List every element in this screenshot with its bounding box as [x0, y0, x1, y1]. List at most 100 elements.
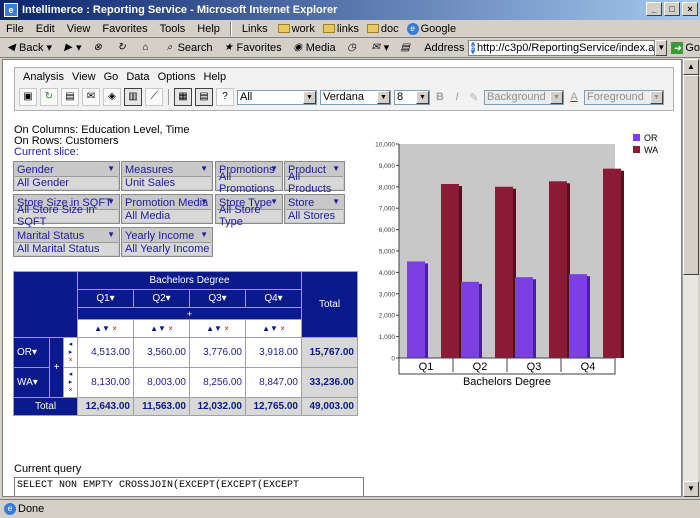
- vertical-scrollbar[interactable]: ▲ ▼: [682, 59, 699, 497]
- menu-tools[interactable]: Tools: [154, 23, 192, 35]
- current-slice-label[interactable]: Current slice:: [14, 147, 189, 158]
- bold-button[interactable]: B: [433, 91, 447, 103]
- export-icon[interactable]: ◈: [103, 88, 121, 106]
- menu-file[interactable]: File: [0, 23, 30, 35]
- expand-columns-icon[interactable]: +: [77, 307, 302, 320]
- chevron-down-icon: ▼: [107, 197, 115, 206]
- mail-button[interactable]: ✉ ▾: [365, 41, 395, 55]
- app-menu-analysis[interactable]: Analysis: [19, 71, 68, 83]
- slicer-promotion-media[interactable]: Promotion Media ▼ All Media: [121, 194, 213, 224]
- printer-icon: ▤: [400, 41, 410, 53]
- font-select[interactable]: Verdana ▼: [320, 89, 391, 105]
- ie-icon: e: [4, 503, 16, 515]
- quarter-header[interactable]: Q1▾: [77, 289, 134, 308]
- menu-favorites[interactable]: Favorites: [96, 23, 153, 35]
- print-button[interactable]: ▤: [394, 42, 418, 54]
- app-menu-help[interactable]: Help: [199, 71, 230, 83]
- back-button[interactable]: ◀ Back ▾: [0, 41, 57, 55]
- chevron-down-icon: ▼: [650, 90, 663, 104]
- media-button[interactable]: ◉ Media: [287, 42, 341, 54]
- scroll-up-button[interactable]: ▲: [683, 59, 699, 75]
- y-tick-label: 1,000: [379, 334, 396, 341]
- filter-select[interactable]: All ▼: [237, 89, 317, 105]
- quarter-header[interactable]: Q3▾: [189, 289, 246, 308]
- link-work[interactable]: work: [274, 23, 319, 35]
- row-header-wa[interactable]: WA▾: [13, 367, 50, 398]
- highlighter-icon[interactable]: ✎: [467, 91, 481, 104]
- link-google[interactable]: e Google: [403, 22, 460, 35]
- favorites-button[interactable]: ★ Favorites: [217, 42, 286, 54]
- legend-swatch: [633, 146, 640, 153]
- save-icon[interactable]: ▣: [19, 88, 37, 106]
- query-textarea[interactable]: SELECT NON EMPTY CROSSJOIN(EXCEPT(EXCEPT…: [14, 477, 364, 496]
- quarter-header[interactable]: Q2▾: [133, 289, 190, 308]
- row-sort-controls[interactable]: ◂ ▸ ×: [63, 337, 78, 368]
- sort-controls[interactable]: ▲▼ ×: [133, 319, 190, 338]
- background-select[interactable]: Background ▼: [484, 89, 564, 105]
- row-sort-controls[interactable]: ◂ ▸ ×: [63, 367, 78, 398]
- app-menu-go[interactable]: Go: [100, 71, 123, 83]
- sort-controls[interactable]: ▲▼ ×: [77, 319, 134, 338]
- scroll-down-button[interactable]: ▼: [683, 481, 699, 497]
- app-menu-view[interactable]: View: [68, 71, 100, 83]
- link-links[interactable]: links: [319, 23, 363, 35]
- address-dropdown[interactable]: ▼: [655, 39, 668, 56]
- font-size-select[interactable]: 8 ▼: [394, 89, 430, 105]
- app-toolbar: ▣ ↻ ▤ ✉ ◈ ▥ ⟋ ▦ ▤ ? All ▼ Verdana ▼ 8 ▼ B I…: [15, 86, 673, 108]
- sort-controls[interactable]: ▲▼ ×: [189, 319, 246, 338]
- slicer-gender[interactable]: Gender ▼ All Gender: [13, 161, 120, 191]
- bar-chart-icon[interactable]: ▥: [124, 88, 142, 106]
- slicer-store[interactable]: Store ▼ All Stores: [284, 194, 345, 224]
- menu-view[interactable]: View: [61, 23, 97, 35]
- pivot-icon[interactable]: ▦: [174, 88, 192, 106]
- slicer-store-size[interactable]: Store Size in SQFT ▼ All Store Size in SQF…: [13, 194, 120, 228]
- legend-swatch: [633, 134, 640, 141]
- grid-icon[interactable]: ▤: [195, 88, 213, 106]
- link-doc[interactable]: doc: [363, 23, 403, 35]
- minimize-button[interactable]: _: [646, 2, 662, 16]
- app-menu-data[interactable]: Data: [122, 71, 153, 83]
- row-header-or[interactable]: OR▾: [13, 337, 50, 368]
- slicer-product[interactable]: Product ▼ All Products: [284, 161, 345, 195]
- home-button[interactable]: ⌂: [135, 42, 159, 54]
- remove-icon: ×: [168, 324, 173, 333]
- refresh-icon[interactable]: ↻: [40, 88, 58, 106]
- search-icon: ⌕: [166, 41, 173, 53]
- window-titlebar: e Intellimerce : Reporting Service - Mic…: [0, 0, 700, 20]
- slicer-measures[interactable]: Measures ▼ Unit Sales: [121, 161, 213, 191]
- folder-icon: [366, 24, 379, 33]
- slicer-marital-status[interactable]: Marital Status ▼ All Marital Status: [13, 227, 120, 257]
- bar-or: [515, 277, 533, 358]
- y-tick-label: 10,000: [375, 142, 395, 149]
- bar-wa: [549, 181, 567, 358]
- address-bar[interactable]: ehttp://c3p0/ReportingService/index.aspx…: [467, 39, 656, 56]
- font-color-icon[interactable]: A: [567, 91, 581, 103]
- italic-button[interactable]: I: [450, 91, 464, 103]
- column-total: 12,765.00: [245, 397, 302, 416]
- stop-button[interactable]: ⊗: [87, 42, 111, 54]
- sort-controls[interactable]: ▲▼ ×: [245, 319, 302, 338]
- quarter-header[interactable]: Q4▾: [245, 289, 302, 308]
- expand-rows-icon[interactable]: +: [49, 337, 64, 398]
- column-group-header[interactable]: Bachelors Degree: [77, 271, 302, 290]
- foreground-select[interactable]: Foreground ▼: [584, 89, 664, 105]
- line-chart-icon[interactable]: ⟋: [145, 88, 163, 106]
- go-button[interactable]: ➜ Go: [671, 41, 700, 54]
- help-icon[interactable]: ?: [216, 88, 234, 106]
- maximize-button[interactable]: □: [664, 2, 680, 16]
- refresh-button[interactable]: ↻: [111, 42, 135, 54]
- close-button[interactable]: ×: [682, 2, 698, 16]
- menu-edit[interactable]: Edit: [30, 23, 61, 35]
- forward-button[interactable]: ▶ ▾: [57, 41, 87, 55]
- slicer-promotions[interactable]: Promotions ▼ All Promotions: [215, 161, 283, 195]
- y-tick-label: 4,000: [379, 270, 396, 277]
- slicer-store-type[interactable]: Store Type ▼ All Store Type: [215, 194, 283, 228]
- scroll-thumb[interactable]: [683, 75, 699, 275]
- print-icon[interactable]: ▤: [61, 88, 79, 106]
- slicer-yearly-income[interactable]: Yearly Income ▼ All Yearly Income: [121, 227, 213, 257]
- menu-help[interactable]: Help: [191, 23, 226, 35]
- email-icon[interactable]: ✉: [82, 88, 100, 106]
- search-button[interactable]: ⌕ Search: [159, 42, 218, 54]
- history-button[interactable]: ◷: [341, 42, 365, 54]
- app-menu-options[interactable]: Options: [154, 71, 200, 83]
